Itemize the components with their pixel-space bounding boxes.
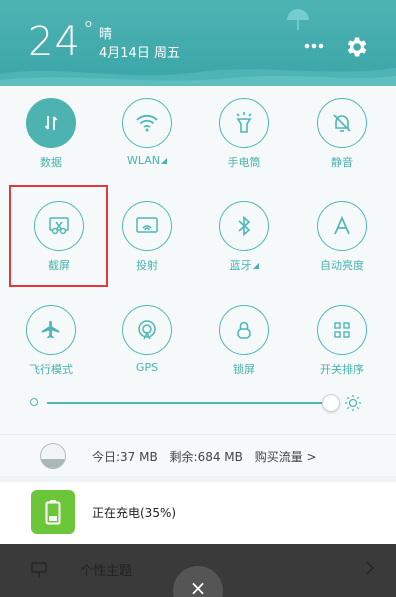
wifi-icon: [136, 114, 158, 132]
toggle-mute[interactable]: 静音: [294, 98, 390, 188]
toggle-sort[interactable]: 开关排序: [294, 305, 390, 395]
toggle-circle[interactable]: [34, 201, 84, 251]
toggle-circle[interactable]: [219, 98, 269, 148]
toggle-label: WLAN: [127, 154, 167, 167]
remaining-usage: 剩余:684 MB: [169, 450, 243, 464]
temperature: 24°: [28, 18, 95, 65]
cast-icon: [136, 217, 158, 233]
toggle-circle[interactable]: [122, 305, 172, 355]
toggle-gps[interactable]: GPS: [99, 305, 195, 395]
toggle-circle[interactable]: [26, 305, 76, 355]
charging-status-text: 正在充电(35%): [92, 506, 177, 520]
toggle-label: 蓝牙: [230, 257, 259, 273]
status-header: 24° 晴 4月14日 周五: [0, 0, 396, 86]
toggle-label: 截屏: [48, 259, 70, 272]
battery-icon: [31, 490, 75, 534]
toggle-label: 自动亮度: [320, 259, 364, 272]
chevron-right-icon: [366, 561, 375, 575]
toggle-circle[interactable]: [317, 98, 367, 148]
theme-brush-icon: [31, 562, 47, 578]
theme-menu-label: 个性主题: [80, 564, 133, 579]
data-transfer-icon: [44, 116, 58, 130]
data-usage-row: 今日:37 MB 剩余:684 MB 购买流量 >: [0, 434, 396, 476]
screenshot-scissors-icon: [49, 217, 69, 235]
toggle-auto-brightness[interactable]: 自动亮度: [294, 201, 390, 291]
more-dots-icon: [304, 43, 324, 49]
toggle-circle[interactable]: [26, 98, 76, 148]
auto-brightness-icon: [334, 215, 350, 235]
toggle-label: 静音: [331, 156, 353, 169]
gear-icon: [347, 37, 367, 57]
toggle-label: 飞行模式: [29, 363, 73, 376]
toggle-flashlight[interactable]: 手电筒: [196, 98, 292, 188]
buy-data-link[interactable]: 购买流量 >: [255, 450, 317, 464]
toggle-label: 开关排序: [320, 363, 364, 376]
expand-triangle-icon: [161, 158, 167, 164]
expand-triangle-icon: [252, 263, 259, 269]
charging-notification[interactable]: 正在充电(35%): [0, 482, 396, 544]
toggle-bluetooth[interactable]: 蓝牙: [196, 201, 292, 291]
gps-icon: [138, 320, 156, 340]
mute-bell-icon: [333, 114, 351, 132]
date-label: 4月14日 周五: [99, 46, 180, 61]
brightness-high-icon: [345, 395, 361, 411]
data-usage-text: 今日:37 MB 剩余:684 MB 购买流量 >: [92, 448, 325, 465]
brightness-slider[interactable]: [30, 392, 370, 414]
toggle-cast[interactable]: 投射: [99, 201, 195, 291]
lock-icon: [237, 321, 251, 339]
toggle-circle[interactable]: [317, 305, 367, 355]
toggle-label: 手电筒: [227, 156, 261, 169]
weather-condition: 晴: [99, 27, 113, 42]
slider-thumb[interactable]: [322, 394, 340, 412]
toggle-label: 锁屏: [233, 363, 255, 376]
settings-button[interactable]: [343, 34, 369, 60]
toggle-circle[interactable]: [122, 98, 172, 148]
toggle-circle[interactable]: [219, 201, 269, 251]
toggle-lock-screen[interactable]: 锁屏: [196, 305, 292, 395]
toggle-wlan[interactable]: WLAN: [99, 98, 195, 188]
airplane-icon: [41, 320, 60, 339]
umbrella-icon: [287, 9, 309, 30]
today-usage: 今日:37 MB: [92, 450, 158, 464]
toggle-label: GPS: [135, 361, 159, 374]
toggle-circle[interactable]: [219, 305, 269, 355]
grid-sort-icon: [334, 322, 350, 338]
toggle-data[interactable]: 数据: [3, 98, 99, 188]
brightness-low-icon: [30, 398, 38, 406]
toggle-screenshot[interactable]: 截屏: [11, 201, 107, 291]
bluetooth-icon: [238, 215, 251, 237]
data-usage-gauge-icon: [40, 443, 66, 469]
close-icon: ×: [189, 576, 207, 597]
toggle-label: 投射: [136, 259, 158, 272]
toggle-airplane[interactable]: 飞行模式: [3, 305, 99, 395]
toggle-circle[interactable]: [122, 201, 172, 251]
flashlight-icon: [236, 112, 252, 133]
toggle-label: 数据: [40, 156, 62, 169]
more-options-button[interactable]: [302, 36, 326, 56]
slider-track[interactable]: [47, 402, 335, 404]
toggle-circle[interactable]: [317, 201, 367, 251]
